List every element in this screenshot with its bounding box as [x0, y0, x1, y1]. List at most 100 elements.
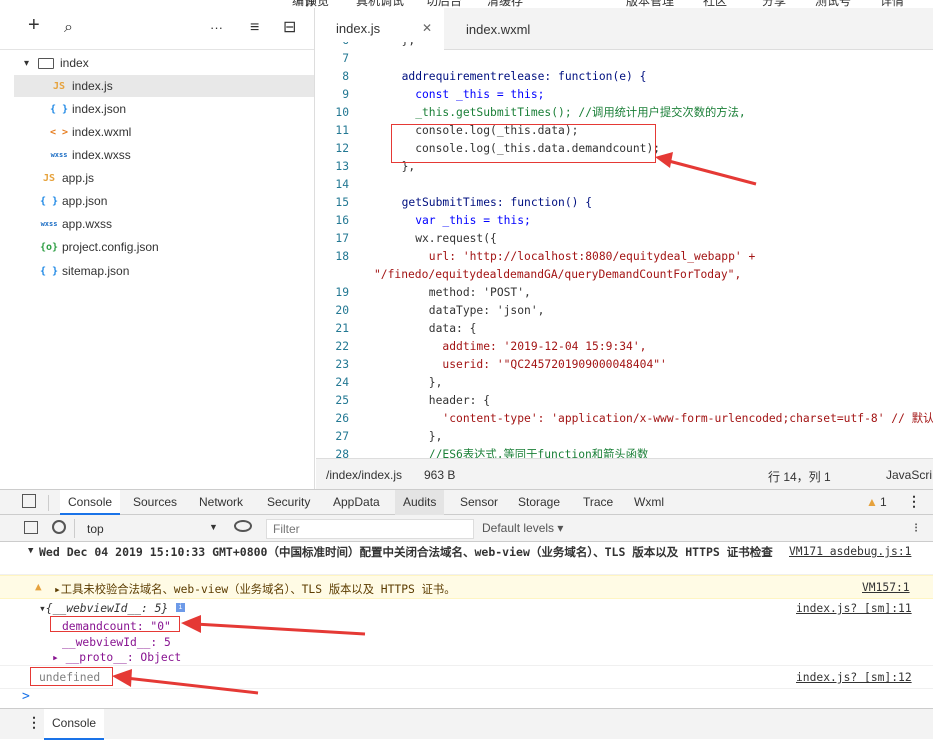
tree-folder-index[interactable]: ▾ index: [24, 52, 314, 74]
chevron-down-icon[interactable]: ▼: [28, 546, 33, 556]
line-number: 21: [335, 322, 349, 335]
menu-preview[interactable]: 预览: [305, 0, 329, 8]
line-number: 23: [335, 358, 349, 371]
kebab-menu-icon[interactable]: ⋮: [907, 493, 921, 510]
line-text: "/finedo/equitydealdemandGA/queryDemandC…: [374, 268, 742, 281]
log-levels-select[interactable]: Default levels ▾: [482, 521, 563, 535]
line-text: addtime: '2019-12-04 15:9:34',: [388, 340, 647, 353]
language-mode[interactable]: JavaScri: [886, 468, 932, 482]
message-source-link[interactable]: index.js? [sm]:12: [796, 671, 912, 684]
code-line: 23 userid: '"QC2457201909000048404"': [316, 356, 933, 374]
tab-network[interactable]: Network: [191, 490, 251, 515]
line-number: 12: [335, 142, 349, 155]
object-property: __webviewId__: 5: [62, 636, 171, 649]
tab-audits[interactable]: Audits: [395, 490, 445, 515]
tree-file-project-config[interactable]: {o} project.config.json: [14, 236, 314, 258]
line-number: 26: [335, 412, 349, 425]
tree-label: index.json: [72, 102, 127, 116]
js-file-icon: JS: [42, 172, 56, 184]
menu-background[interactable]: 切后台: [426, 0, 462, 8]
line-number: 17: [335, 232, 349, 245]
object-proto[interactable]: ▸ __proto__: Object: [52, 651, 181, 664]
tree-file-app-js[interactable]: JS app.js: [14, 167, 314, 189]
add-icon[interactable]: +: [28, 15, 40, 35]
tab-security[interactable]: Security: [259, 490, 318, 515]
filter-input[interactable]: [266, 519, 474, 539]
message-text: Wed Dec 04 2019 15:10:33 GMT+0800（中国标准时间…: [39, 545, 773, 559]
settings-icon[interactable]: ⁝: [914, 520, 918, 536]
tree-file-index-wxss[interactable]: wxss index.wxss: [14, 144, 314, 166]
object-summary[interactable]: ▾{__webviewId__: 5}: [39, 602, 168, 615]
code-line: 15 getSubmitTimes: function() {: [316, 194, 933, 212]
code-line: 21 data: {: [316, 320, 933, 338]
console-filterbar: top ▼ Default levels ▾ ⁝: [0, 515, 933, 542]
tree-file-app-wxss[interactable]: wxss app.wxss: [14, 213, 314, 235]
inspect-icon[interactable]: [22, 494, 36, 508]
annotation-arrow-icon: [112, 669, 259, 695]
tab-console[interactable]: Console: [60, 490, 121, 515]
code-line: 7: [316, 50, 933, 68]
menu-details[interactable]: 详情: [880, 0, 904, 8]
tab-appdata[interactable]: AppData: [325, 490, 388, 515]
tree-file-index-json[interactable]: { } index.json: [14, 98, 314, 120]
more-icon[interactable]: ···: [210, 20, 223, 36]
line-number: 11: [335, 124, 349, 137]
tree-file-index-js[interactable]: JS index.js: [14, 75, 314, 97]
message-source-link[interactable]: index.js? [sm]:11: [796, 602, 912, 615]
line-number: 22: [335, 340, 349, 353]
menu-clear-cache[interactable]: 清缓存: [487, 0, 523, 8]
devtools-tabbar: Console Sources Network Security AppData…: [0, 489, 933, 515]
drawer-tab-console[interactable]: Console: [44, 709, 105, 740]
js-file-icon: JS: [52, 80, 66, 92]
tree-file-app-json[interactable]: { } app.json: [14, 190, 314, 212]
message-text[interactable]: ▸工具未校验合法域名、web-view（业务域名）、TLS 版本以及 HTTPS…: [54, 581, 456, 597]
cursor-position[interactable]: 行 14，列 1: [768, 468, 831, 485]
line-number: 13: [335, 160, 349, 173]
eye-icon[interactable]: [234, 520, 252, 532]
line-text: dataType: 'json',: [388, 304, 545, 317]
annotation-highlight-box: [50, 616, 180, 632]
line-text: },: [388, 42, 416, 50]
sort-icon[interactable]: ≡: [250, 20, 259, 36]
line-text: header: {: [388, 394, 491, 407]
sidebar-toggle-icon[interactable]: [24, 521, 38, 534]
tab-trace[interactable]: Trace: [575, 490, 621, 515]
line-number: 8: [342, 70, 349, 83]
warning-count: 1: [880, 495, 887, 509]
context-select[interactable]: top ▼: [74, 519, 224, 538]
info-icon[interactable]: i: [176, 603, 185, 612]
code-line: 25 header: {: [316, 392, 933, 410]
close-icon[interactable]: ✕: [422, 21, 432, 35]
message-source-link[interactable]: VM157:1: [862, 581, 910, 594]
tab-wxml[interactable]: Wxml: [626, 490, 672, 515]
drawer-menu-icon[interactable]: ⋮: [27, 714, 41, 731]
line-number: 9: [342, 88, 349, 101]
clear-console-icon[interactable]: [52, 520, 66, 534]
config-file-icon: {o}: [40, 241, 59, 253]
tab-storage[interactable]: Storage: [510, 490, 568, 515]
warning-icon[interactable]: ▲: [866, 495, 878, 509]
code-line: 26 'content-type': 'application/x-www-fo…: [316, 410, 933, 428]
code-line: 6 },: [316, 42, 933, 50]
search-icon[interactable]: ⌕: [64, 20, 73, 36]
message-source-link[interactable]: VM171 asdebug.js:1: [789, 545, 911, 558]
line-number: 24: [335, 376, 349, 389]
menu-share[interactable]: 分享: [762, 0, 786, 8]
menu-device-debug[interactable]: 真机调试: [356, 0, 404, 8]
code-line: 17 wx.request({: [316, 230, 933, 248]
tree-file-index-wxml[interactable]: < > index.wxml: [14, 121, 314, 143]
tree-file-sitemap[interactable]: { } sitemap.json: [14, 260, 314, 282]
menu-test-account[interactable]: 测试号: [815, 0, 851, 8]
menu-community[interactable]: 社区: [703, 0, 727, 8]
code-area[interactable]: 6 }, 7 8 addrequirementrelease: function…: [316, 42, 933, 466]
tree-label: index: [60, 56, 89, 70]
tab-sensor[interactable]: Sensor: [452, 490, 506, 515]
split-icon[interactable]: ⊟: [283, 20, 296, 36]
menu-version[interactable]: 版本管理: [626, 0, 674, 8]
console-prompt[interactable]: >: [22, 689, 30, 704]
line-text: method: 'POST',: [388, 286, 531, 299]
tab-sources[interactable]: Sources: [125, 490, 185, 515]
line-text: const _this = this;: [388, 88, 545, 101]
code-line: 16 var _this = this;: [316, 212, 933, 230]
line-text: userid: '"QC2457201909000048404"': [388, 358, 667, 371]
